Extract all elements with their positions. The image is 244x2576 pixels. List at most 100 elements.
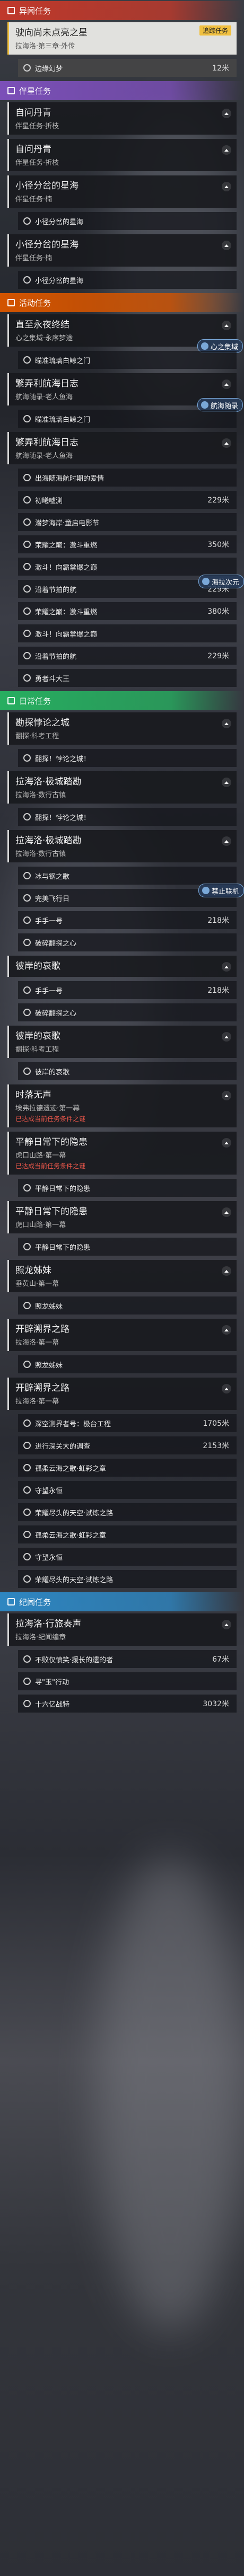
quest-objective[interactable]: 守望永恒: [18, 1548, 237, 1566]
category-header[interactable]: 日常任务: [0, 691, 244, 710]
quest-objective[interactable]: 激斗！向霸掌爆之巅: [18, 558, 237, 576]
quest-objective[interactable]: 守望永恒: [18, 1481, 237, 1499]
quest-card[interactable]: 彼岸的哀歌: [7, 956, 237, 977]
objective-marker-icon: [23, 1361, 31, 1368]
expand-arrow-icon[interactable]: [222, 1325, 231, 1335]
quest-objective[interactable]: 瞄准琉璃白鲸之门: [18, 410, 237, 428]
objective-text: 荣耀尽头的天空·试炼之路: [35, 1509, 114, 1518]
quest-objective[interactable]: 彼岸的哀歌: [18, 1062, 237, 1080]
quest-objective[interactable]: 深空测界者号：极台工程 1705米: [18, 1414, 237, 1432]
quest-card[interactable]: 照龙姊妹 垂黄山·第一幕: [7, 1260, 237, 1292]
quest-objective[interactable]: 荣耀之巅：激斗重燃 380米: [18, 602, 237, 620]
quest-objective[interactable]: 翻探！悖论之城！: [18, 749, 237, 767]
quest-objective[interactable]: 照龙姊妹: [18, 1296, 237, 1315]
quest-card[interactable]: 时落无声 埃弗拉德遗迹·第一幕 已达成当前任务条件之谜: [7, 1084, 237, 1127]
quest-subtitle: 拉海洛·数行古镇: [15, 791, 66, 799]
expand-arrow-icon[interactable]: [222, 1032, 231, 1042]
quest-card[interactable]: 平静日常下的隐患 虎口山路·第一幕 已达成当前任务条件之谜: [7, 1132, 237, 1175]
quest-card[interactable]: 平静日常下的隐患 虎口山路·第一幕: [7, 1201, 237, 1233]
quest-card[interactable]: 驶向尚未点亮之星 拉海洛·第三章·外传 追踪任务: [7, 22, 237, 55]
quest-objective[interactable]: 十六亿战特 3032米: [18, 1695, 237, 1713]
quest-subtitle: 垂黄山·第一幕: [15, 1280, 59, 1288]
expand-arrow-icon[interactable]: [222, 1091, 231, 1100]
quest-objective[interactable]: 初曦嘘測 229米: [18, 491, 237, 509]
quest-objective[interactable]: 寻"玉"行动: [18, 1672, 237, 1690]
quest-card[interactable]: 拉海洛·极城踏勘 拉海洛·数行古镇: [7, 771, 237, 804]
expand-arrow-icon[interactable]: [222, 438, 231, 448]
quest-card[interactable]: 开辟溯界之路 拉海洛·第一幕: [7, 1319, 237, 1351]
expand-arrow-icon[interactable]: [222, 836, 231, 846]
quest-card[interactable]: 彼岸的哀歌 翻探·科考工程: [7, 1026, 237, 1058]
expand-arrow-icon[interactable]: [222, 719, 231, 728]
expand-arrow-icon[interactable]: [222, 778, 231, 787]
quest-objective[interactable]: 冰与钢之歌: [18, 867, 237, 885]
quest-objective[interactable]: 出海随海航时期的爱情: [18, 469, 237, 487]
expand-arrow-icon[interactable]: [222, 1207, 231, 1217]
quest-card[interactable]: 勘探悖论之城 翻探·科考工程: [7, 712, 237, 745]
quest-objective[interactable]: 照龙姊妹: [18, 1355, 237, 1373]
quest-card[interactable]: 直至永夜终结 心之集域·永序梦途 心之集域: [7, 314, 243, 353]
quest-card[interactable]: 拉海洛·极城踏勘 拉海洛·数行古镇: [7, 830, 237, 862]
quest-objective[interactable]: 平静日常下的隐患: [18, 1179, 237, 1197]
objective-text: 边缘幻梦: [35, 65, 63, 73]
expand-arrow-icon[interactable]: [222, 962, 231, 972]
quest-title: 繁弄利航海日志: [15, 378, 79, 389]
category-header[interactable]: 活动任务: [0, 293, 244, 312]
expand-arrow-icon[interactable]: [222, 1138, 231, 1148]
quest-objective[interactable]: 平静日常下的隐患: [18, 1238, 237, 1256]
quest-objective[interactable]: 孤柔云海之歌·虹彩之章: [18, 1525, 237, 1543]
quest-objective[interactable]: 荣耀尽头的天空·试炼之路: [18, 1570, 237, 1588]
quest-objective[interactable]: 荣耀尽头的天空·试炼之路: [18, 1503, 237, 1521]
objective-marker-icon: [23, 813, 31, 821]
expand-arrow-icon[interactable]: [222, 321, 231, 330]
quest-objective[interactable]: 翻探！悖论之城！: [18, 808, 237, 826]
expand-arrow-icon[interactable]: [222, 109, 231, 118]
quest-objective[interactable]: 孤柔云海之歌·虹彩之章: [18, 1459, 237, 1477]
category-header[interactable]: 纪闻任务: [0, 1592, 244, 1611]
quest-card[interactable]: 繁弄利航海日志 航海随录·老人鱼海: [7, 432, 237, 464]
quest-title: 开辟溯界之路: [15, 1383, 69, 1393]
quest-objective[interactable]: 不败仅愤笑·援长的遗的者 67米: [18, 1650, 237, 1668]
quest-objective[interactable]: 瞄准琉璃白鲸之门: [18, 351, 237, 369]
expand-arrow-icon[interactable]: [222, 1384, 231, 1393]
quest-objective[interactable]: 进行深关大的调查 2153米: [18, 1436, 237, 1454]
quest-objective[interactable]: 小径分岔的星海: [18, 271, 237, 289]
quest-card[interactable]: 小径分岔的星海 伴星任务·楠: [7, 234, 237, 267]
quest-objective[interactable]: 沿着节拍的航 229米 海拉次元: [18, 575, 244, 598]
objective-marker-icon: [23, 1419, 31, 1427]
objective-marker-icon: [23, 1575, 31, 1583]
objective-distance: 218米: [207, 916, 229, 925]
quest-objective[interactable]: 小径分岔的星海: [18, 212, 237, 230]
quest-objective[interactable]: 潜梦海岸·童启电影节: [18, 513, 237, 531]
quest-objective[interactable]: 完美飞行日 禁止联机: [18, 884, 244, 907]
quest-objective[interactable]: 荣耀之巅：激斗重燃 350米: [18, 535, 237, 553]
expand-arrow-icon[interactable]: [222, 1266, 231, 1276]
expand-arrow-icon[interactable]: [222, 145, 231, 155]
category-header[interactable]: 伴星任务: [0, 81, 244, 100]
quest-card[interactable]: 自问丹青 伴星任务·折枝: [7, 139, 237, 171]
objective-marker-icon: [23, 1243, 31, 1250]
objective-text: 寻"玉"行动: [35, 1678, 69, 1687]
expand-arrow-icon[interactable]: [222, 182, 231, 191]
quest-objective[interactable]: 破碎翻探之心: [18, 1003, 237, 1021]
quest-objective[interactable]: 手手一号 218米: [18, 911, 237, 929]
quest-objective[interactable]: 手手一号 218米: [18, 981, 237, 999]
quest-objective[interactable]: 勇者斗大王: [18, 669, 237, 687]
quest-objective[interactable]: 激斗！向霸掌爆之巅: [18, 624, 237, 642]
quest-objective[interactable]: 沿着节拍的航 229米: [18, 647, 237, 665]
quest-title: 自问丹青: [15, 108, 51, 118]
quest-card[interactable]: 自问丹青 伴星任务·折枝: [7, 102, 237, 135]
quest-objective[interactable]: 破碎翻探之心: [18, 933, 237, 951]
expand-arrow-icon[interactable]: [222, 241, 231, 250]
quest-card[interactable]: 小径分岔的星海 伴星任务·楠: [7, 175, 237, 208]
quest-card[interactable]: 繁弄利航海日志 航海随录·老人鱼海 航海随录: [7, 373, 243, 412]
quest-card[interactable]: 开辟溯界之路 拉海洛·第一幕: [7, 1378, 237, 1410]
quest-objective[interactable]: 边缘幻梦 12米: [18, 59, 237, 77]
quest-card[interactable]: 拉海洛·行旅奏声 拉海洛·纪闻编章: [7, 1613, 237, 1646]
category-header[interactable]: 异闻任务: [0, 1, 244, 20]
objective-text: 沿着节拍的航: [35, 652, 77, 661]
quest-title: 驶向尚未点亮之星: [15, 28, 88, 38]
expand-arrow-icon[interactable]: [222, 380, 231, 389]
event-tag-icon: [201, 401, 208, 409]
expand-arrow-icon[interactable]: [222, 1620, 231, 1629]
